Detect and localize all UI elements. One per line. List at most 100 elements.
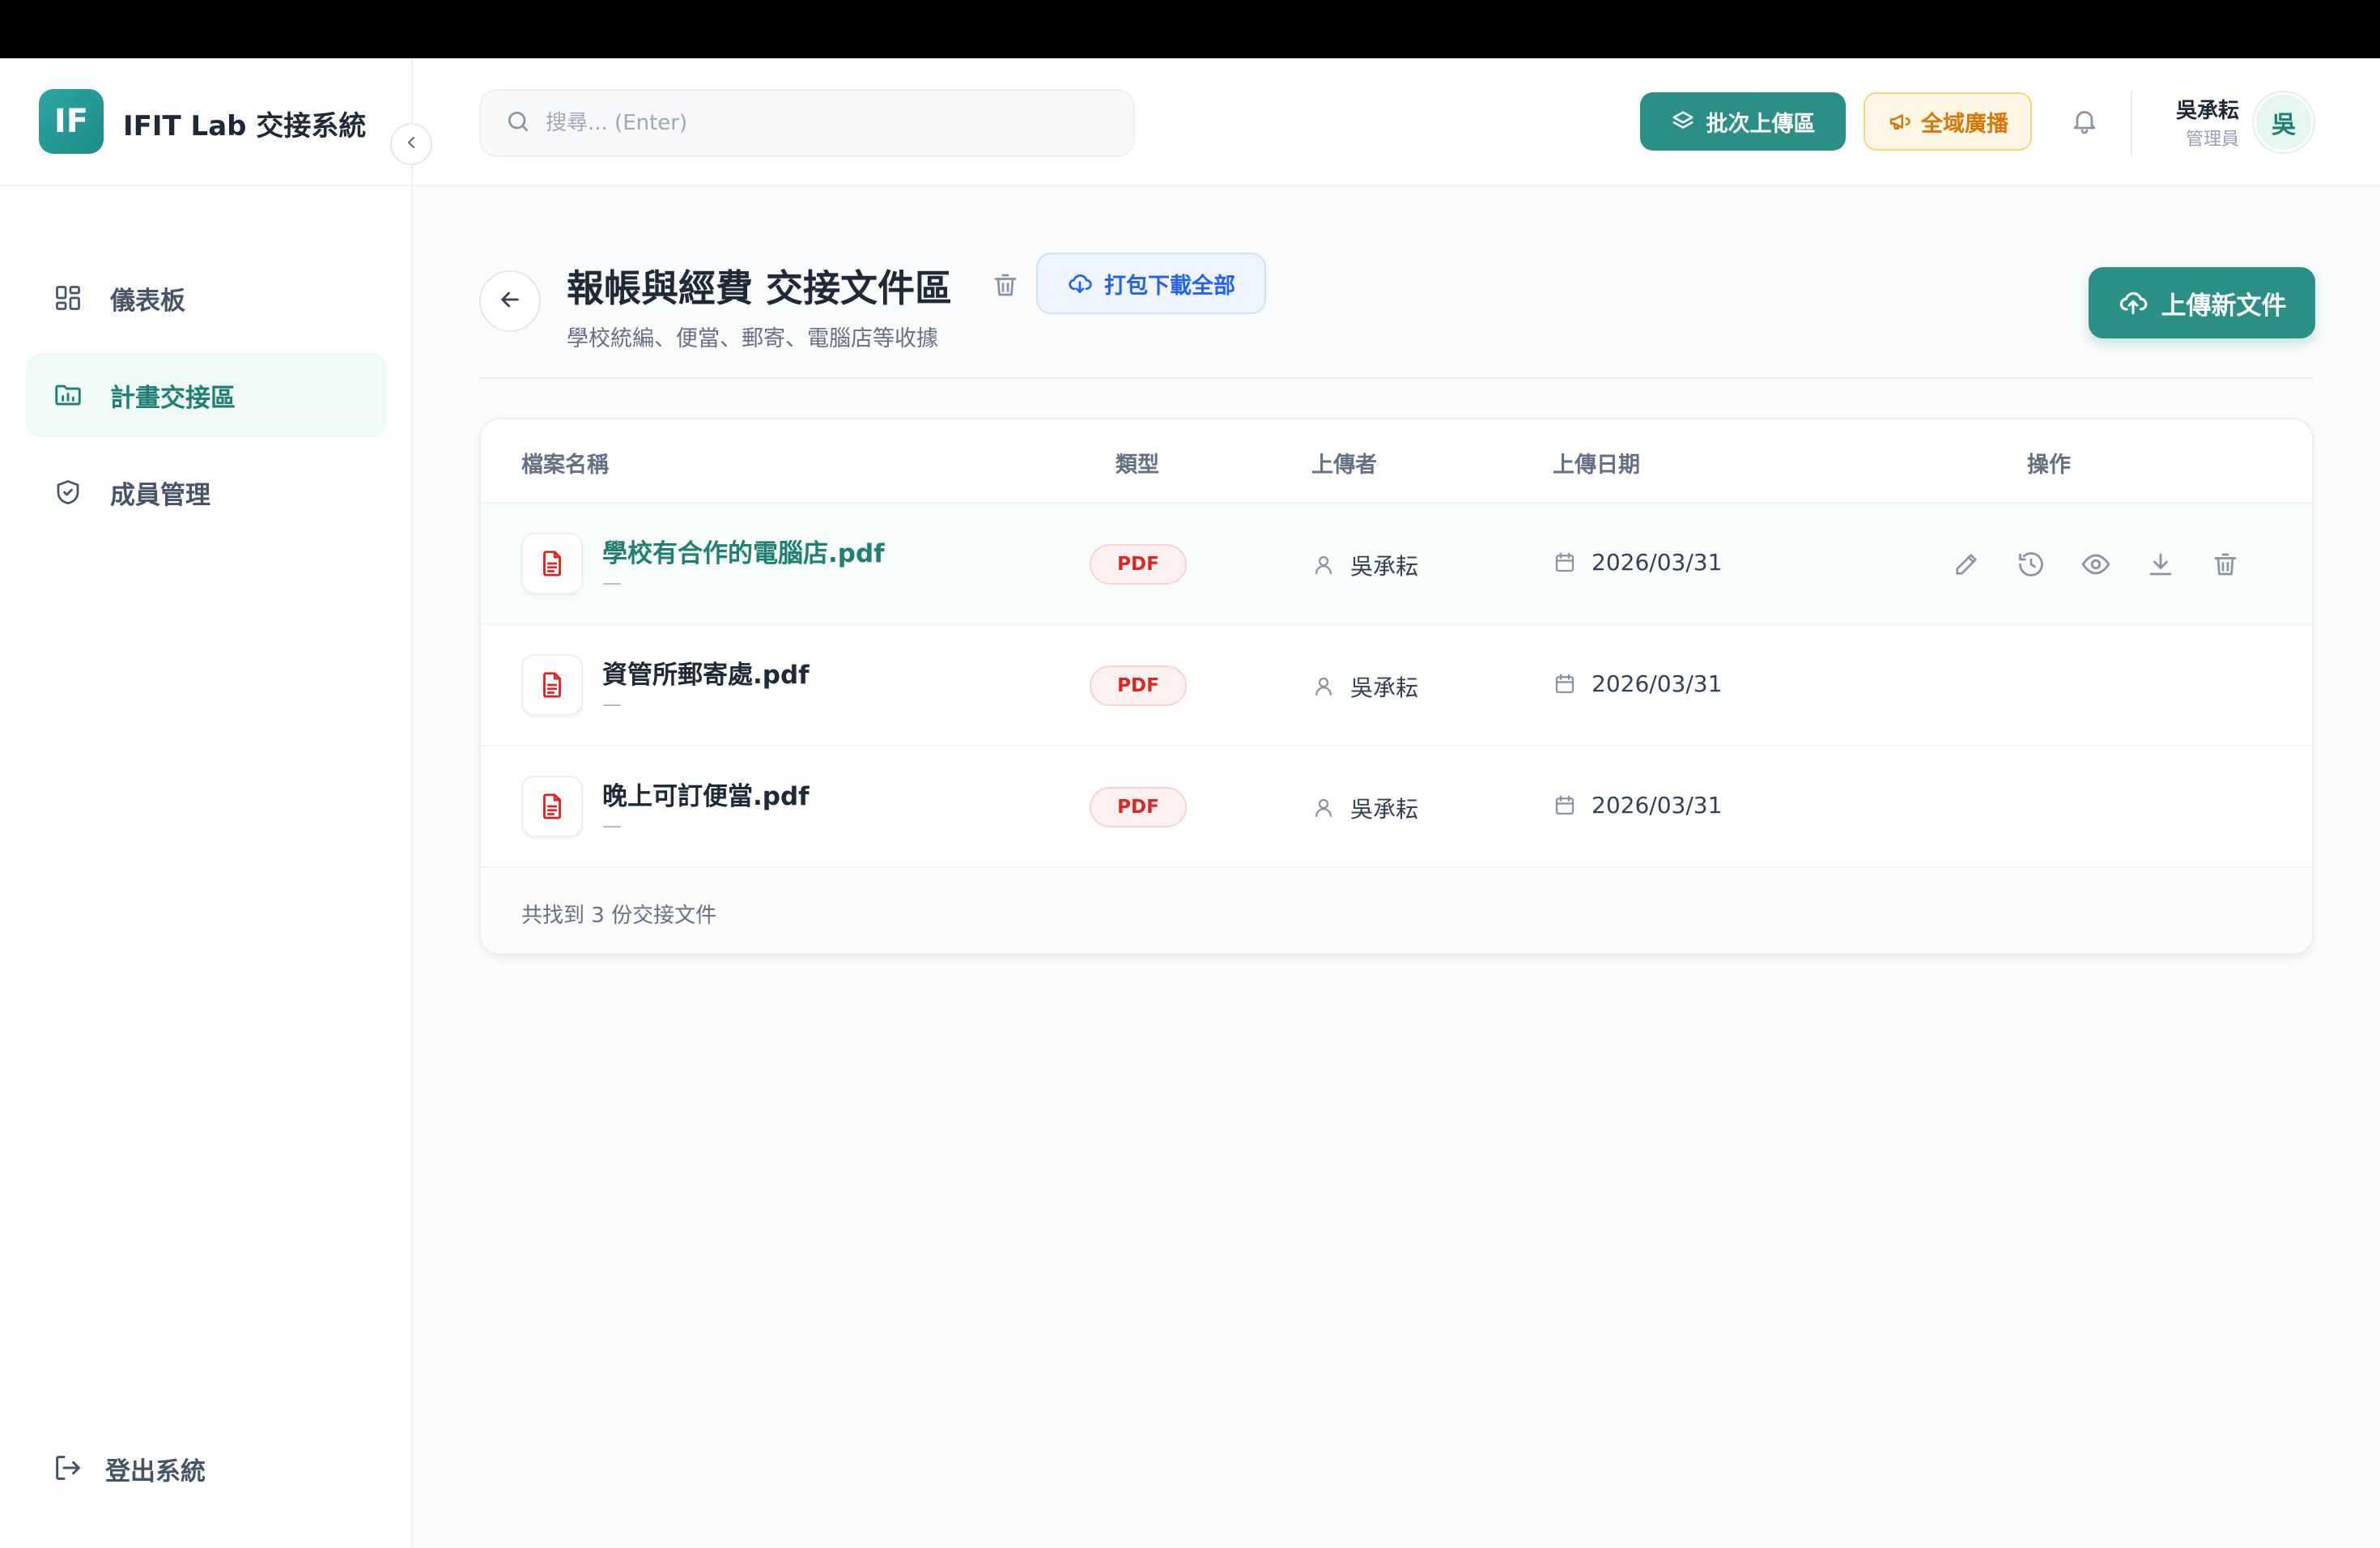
pdf-file-icon: [521, 654, 583, 716]
page-subtitle: 學校統編、便當、郵寄、電腦店等收據: [567, 326, 938, 351]
history-icon: [2017, 550, 2046, 579]
column-header-filename: 檔案名稱: [521, 453, 609, 478]
broadcast-label: 全域廣播: [1921, 111, 2008, 137]
table-footer: 共找到 3 份交接文件: [481, 868, 2312, 954]
history-button[interactable]: [2011, 544, 2051, 585]
logout-button[interactable]: 登出系統: [52, 1451, 206, 1487]
file-name-link[interactable]: 晚上可訂便當.pdf: [602, 776, 810, 812]
sidebar-item-label: 成員管理: [110, 480, 210, 510]
table-header: 檔案名稱 類型 上傳者 上傳日期 操作: [481, 419, 2312, 504]
calendar-icon: [1553, 793, 1577, 818]
download-button[interactable]: [2140, 544, 2181, 585]
delete-section-button[interactable]: [988, 269, 1023, 304]
uploader-cell: 吳承耘: [1311, 792, 1418, 824]
user-role: 管理員: [2185, 130, 2239, 150]
upload-date-cell: 2026/03/31: [1553, 792, 1722, 819]
upload-date: 2026/03/31: [1592, 549, 1723, 576]
pdf-file-icon: [521, 533, 583, 594]
trash-icon: [2211, 550, 2240, 579]
content-divider: [479, 377, 2314, 379]
broadcast-button[interactable]: 全域廣播: [1864, 92, 2032, 151]
file-name-link[interactable]: 資管所郵寄處.pdf: [602, 654, 810, 691]
bell-icon: [2070, 106, 2099, 138]
arrow-left-icon: [497, 287, 523, 316]
calendar-icon: [1553, 672, 1577, 696]
uploader-name: 吳承耘: [1350, 553, 1419, 580]
sidebar-nav: 儀表板 計畫交接區 成員管理: [26, 256, 387, 547]
file-type-badge: PDF: [1090, 787, 1187, 827]
sidebar-item-members[interactable]: 成員管理: [26, 450, 387, 534]
header-divider: [2131, 91, 2132, 155]
sidebar-item-label: 儀表板: [110, 286, 185, 316]
brand-logo: IF: [39, 89, 104, 154]
column-header-type: 類型: [1116, 453, 1159, 478]
page-title: 報帳與經費 交接文件區: [567, 266, 953, 310]
brand-title: IFIT Lab 交接系統: [123, 110, 367, 142]
batch-upload-label: 批次上傳區: [1706, 111, 1816, 137]
sidebar-item-handover[interactable]: 計畫交接區: [26, 353, 387, 437]
table-row[interactable]: 晚上可訂便當.pdf — PDF 吳承耘 2026/03/31: [481, 746, 2312, 868]
user-name: 吳承耘: [2175, 99, 2239, 123]
zip-download-button[interactable]: 打包下載全部: [1036, 253, 1266, 314]
uploader-name: 吳承耘: [1350, 674, 1419, 701]
upload-date-cell: 2026/03/31: [1553, 670, 1722, 697]
zip-download-label: 打包下載全部: [1104, 273, 1235, 299]
upload-new-file-label: 上傳新文件: [2161, 291, 2287, 321]
trash-icon: [991, 270, 1020, 303]
table-row[interactable]: 學校有合作的電腦店.pdf — PDF 吳承耘 2026/03/31: [481, 504, 2312, 625]
upload-new-file-button[interactable]: 上傳新文件: [2089, 267, 2315, 338]
uploader-name: 吳承耘: [1350, 796, 1419, 823]
app-window: IF IFIT Lab 交接系統 儀表板 計畫交接區 成員管理 登出系統 搜尋.…: [0, 58, 2380, 1548]
file-description: —: [602, 572, 622, 594]
sidebar-collapse-button[interactable]: [390, 123, 432, 165]
pencil-icon: [1953, 551, 1980, 578]
search-input[interactable]: [546, 111, 1031, 135]
sidebar-item-dashboard[interactable]: 儀表板: [26, 256, 387, 340]
upload-date: 2026/03/31: [1592, 670, 1723, 697]
cloud-download-icon: [1067, 270, 1093, 296]
file-type-badge: PDF: [1090, 544, 1187, 585]
folder-chart-icon: [52, 379, 84, 411]
shield-check-icon: [52, 476, 84, 508]
notifications-button[interactable]: [2063, 100, 2106, 144]
uploader-cell: 吳承耘: [1311, 549, 1418, 581]
search-box: [479, 89, 1135, 157]
top-header: 批次上傳區 全域廣播 吳承耘 管理員 吳: [413, 58, 2380, 186]
upload-date-cell: 2026/03/31: [1553, 549, 1722, 576]
file-table: 檔案名稱 類型 上傳者 上傳日期 操作 學校有合作的電腦店.pdf — PDF: [479, 418, 2314, 955]
cloud-upload-icon: [2118, 287, 2148, 318]
edit-button[interactable]: [1946, 544, 1987, 585]
dashboard-icon: [52, 282, 84, 314]
search-icon: [505, 108, 531, 138]
upload-date: 2026/03/31: [1592, 792, 1723, 819]
result-count: 共找到 3 份交接文件: [521, 904, 717, 928]
logout-icon: [52, 1452, 84, 1487]
user-icon: [1311, 674, 1336, 699]
delete-file-button[interactable]: [2205, 544, 2246, 585]
back-button[interactable]: [479, 270, 541, 332]
batch-upload-button[interactable]: 批次上傳區: [1640, 92, 1846, 151]
file-type-badge: PDF: [1090, 666, 1187, 706]
chevron-left-icon: [402, 133, 421, 155]
sidebar: IF IFIT Lab 交接系統 儀表板 計畫交接區 成員管理 登出系統: [0, 58, 413, 1548]
eye-icon: [2080, 549, 2111, 580]
column-header-uploader: 上傳者: [1311, 453, 1377, 478]
file-description: —: [602, 693, 622, 716]
brand: IF IFIT Lab 交接系統: [0, 58, 413, 186]
pdf-file-icon: [521, 776, 583, 837]
file-name-link[interactable]: 學校有合作的電腦店.pdf: [602, 533, 885, 569]
logout-label: 登出系統: [105, 1457, 206, 1486]
layers-icon: [1671, 109, 1695, 134]
os-top-bar: [0, 0, 2380, 58]
download-icon: [2146, 550, 2175, 579]
avatar[interactable]: 吳: [2254, 92, 2314, 152]
user-icon: [1311, 553, 1336, 577]
uploader-cell: 吳承耘: [1311, 670, 1418, 703]
preview-button[interactable]: [2076, 544, 2116, 585]
file-description: —: [602, 814, 622, 837]
table-row[interactable]: 資管所郵寄處.pdf — PDF 吳承耘 2026/03/31: [481, 625, 2312, 746]
sidebar-item-label: 計畫交接區: [110, 383, 236, 413]
calendar-icon: [1553, 551, 1577, 575]
megaphone-icon: [1887, 109, 1911, 134]
user-icon: [1311, 796, 1336, 820]
